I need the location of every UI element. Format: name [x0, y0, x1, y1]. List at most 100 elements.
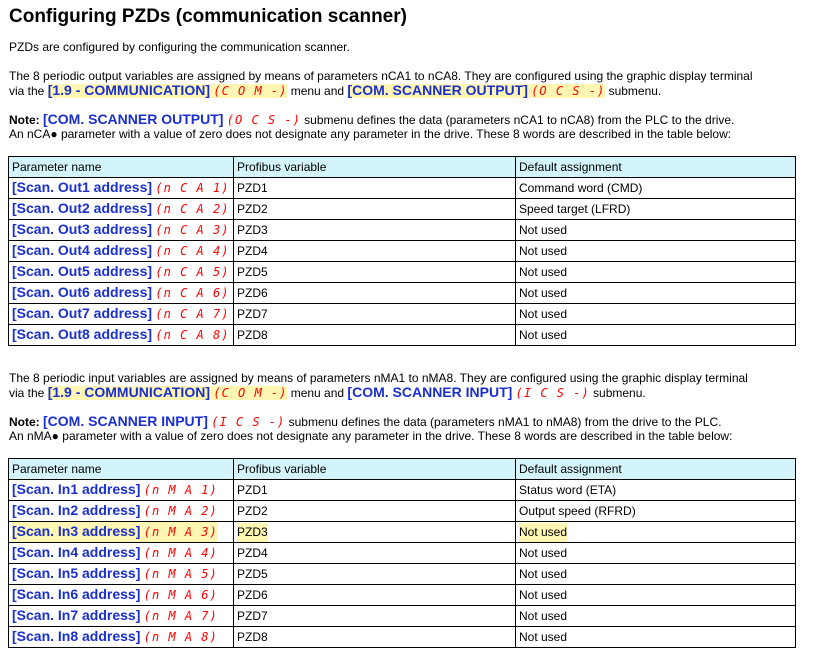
profibus-variable: PZD7	[237, 306, 268, 321]
parameter-name-cell: [Scan. Out2 address] (n C A 2)	[8, 198, 234, 220]
table-row: [Scan. Out2 address] (n C A 2) PZD2 Speed …	[8, 198, 796, 220]
header-profibus-variable: Profibus variable	[233, 458, 516, 480]
default-assignment: Not used	[519, 264, 568, 279]
default-assignment-cell: Speed target (LFRD)	[515, 198, 796, 220]
profibus-variable-cell: PZD5	[233, 563, 516, 585]
output-note-prefix: Note:	[9, 113, 43, 127]
parameter-code: (n M A 3)	[143, 525, 218, 539]
default-assignment-cell: Status word (ETA)	[515, 479, 796, 501]
parameter-name: [Scan. In7 address]	[12, 607, 141, 623]
parameter-name-wrap: [Scan. In6 address] (n M A 6)	[12, 586, 218, 602]
header-default-assignment: Default assignment	[515, 156, 796, 178]
default-assignment: Output speed (RFRD)	[519, 503, 636, 518]
default-assignment: Not used	[519, 629, 568, 644]
profibus-variable: PZD3	[237, 522, 268, 542]
table-row: [Scan. In4 address] (n M A 4) PZD4 Not use…	[8, 542, 796, 564]
default-assignment: Not used	[519, 243, 568, 258]
parameter-name-cell: [Scan. Out8 address] (n C A 8)	[8, 324, 234, 346]
default-assignment: Not used	[519, 522, 568, 542]
profibus-variable-cell: PZD8	[233, 324, 516, 346]
parameter-name-cell: [Scan. In8 address] (n M A 8)	[8, 626, 234, 648]
output-suffix-text: submenu.	[605, 84, 662, 98]
output-submenu-code: (O C S -)	[531, 84, 606, 98]
default-assignment-cell: Not used	[515, 261, 796, 283]
parameter-name-wrap: [Scan. In2 address] (n M A 2)	[12, 502, 218, 518]
parameter-name: [Scan. Out2 address]	[12, 200, 153, 216]
parameter-name: [Scan. In5 address]	[12, 565, 141, 581]
parameter-name-cell: [Scan. In7 address] (n M A 7)	[8, 605, 234, 627]
parameter-name-cell: [Scan. Out5 address] (n C A 5)	[8, 261, 234, 283]
output-note-line1: Note: [COM. SCANNER OUTPUT] (O C S -) su…	[9, 112, 734, 128]
parameter-name-cell: [Scan. In1 address] (n M A 1)	[8, 479, 234, 501]
parameter-name: [Scan. Out3 address]	[12, 221, 153, 237]
output-submenu-label: [COM. SCANNER OUTPUT]	[347, 82, 528, 98]
header-parameter-name: Parameter name	[8, 458, 234, 480]
input-note-text: submenu defines the data (parameters nMA…	[285, 415, 722, 429]
default-assignment: Not used	[519, 587, 568, 602]
parameter-name-wrap: [Scan. In3 address] (n M A 3)	[12, 522, 218, 542]
input-mid-text: menu and	[287, 386, 348, 400]
table-row: [Scan. In7 address] (n M A 7) PZD7 Not use…	[8, 605, 796, 627]
header-profibus-variable: Profibus variable	[233, 156, 516, 178]
parameter-code: (n C A 2)	[155, 202, 230, 216]
parameter-code: (n M A 2)	[143, 504, 218, 518]
parameter-name-cell: [Scan. Out3 address] (n C A 3)	[8, 219, 234, 241]
page-title: Configuring PZDs (communication scanner)	[9, 6, 407, 27]
input-submenu-code: (I C S -)	[515, 386, 590, 400]
profibus-variable: PZD1	[237, 482, 268, 497]
output-menu-label: [1.9 - COMMUNICATION]	[47, 82, 210, 98]
parameter-name: [Scan. In8 address]	[12, 628, 141, 644]
parameter-code: (n M A 4)	[143, 546, 218, 560]
parameter-name: [Scan. In6 address]	[12, 586, 141, 602]
parameter-name-wrap: [Scan. Out5 address] (n C A 5)	[12, 263, 230, 279]
profibus-variable-cell: PZD4	[233, 542, 516, 564]
output-note-label: [COM. SCANNER OUTPUT]	[43, 111, 224, 127]
output-note-text: submenu defines the data (parameters nCA…	[300, 113, 735, 127]
default-assignment: Not used	[519, 608, 568, 623]
input-note-line2: An nMA● parameter with a value of zero d…	[9, 429, 733, 443]
parameter-code: (n C A 6)	[155, 286, 230, 300]
parameter-name-wrap: [Scan. Out3 address] (n C A 3)	[12, 221, 229, 237]
intro-text: PZDs are configured by configuring the c…	[9, 40, 350, 54]
profibus-variable: PZD2	[237, 201, 268, 216]
profibus-variable: PZD4	[237, 243, 268, 258]
table-row: [Scan. Out1 address] (n C A 1) PZD1 Comman…	[8, 177, 796, 199]
parameter-name-wrap: [Scan. Out6 address] (n C A 6)	[12, 284, 230, 300]
table-header-row: Parameter name Profibus variable Default…	[8, 156, 796, 178]
output-menu-ref: [1.9 - COMMUNICATION] (C O M -)	[47, 82, 288, 98]
header-parameter-name: Parameter name	[8, 156, 234, 178]
table-row: [Scan. Out5 address] (n C A 5) PZD5 Not us…	[8, 261, 796, 283]
parameter-code: (n C A 5)	[155, 265, 230, 279]
profibus-variable-cell: PZD5	[233, 261, 516, 283]
parameter-code: (n M A 6)	[143, 588, 218, 602]
profibus-variable-cell: PZD1	[233, 177, 516, 199]
default-assignment-cell: Not used	[515, 282, 796, 304]
parameter-name: [Scan. Out1 address]	[12, 179, 153, 195]
default-assignment: Status word (ETA)	[519, 482, 617, 497]
parameter-name: [Scan. In4 address]	[12, 544, 141, 560]
table-row: [Scan. In1 address] (n M A 1) PZD1 Status …	[8, 479, 796, 501]
default-assignment: Speed target (LFRD)	[519, 201, 631, 216]
parameter-code: (n M A 5)	[143, 567, 218, 581]
parameter-name-wrap: [Scan. In4 address] (n M A 4)	[12, 544, 218, 560]
input-note-code: (I C S -)	[211, 415, 286, 429]
default-assignment-cell: Not used	[515, 605, 796, 627]
input-parameter-table: Parameter name Profibus variable Default…	[8, 458, 796, 648]
parameter-name-cell: [Scan. Out1 address] (n C A 1)	[8, 177, 234, 199]
input-menu-code: (C O M -)	[213, 386, 288, 400]
default-assignment-cell: Not used	[515, 521, 796, 543]
table-row: [Scan. Out3 address] (n C A 3) PZD3 Not us…	[8, 219, 796, 241]
profibus-variable-cell: PZD6	[233, 282, 516, 304]
parameter-name: [Scan. In3 address]	[12, 523, 141, 539]
parameter-name: [Scan. In1 address]	[12, 481, 141, 497]
profibus-variable: PZD2	[237, 503, 268, 518]
parameter-name-wrap: [Scan. In5 address] (n M A 5)	[12, 565, 218, 581]
parameter-name: [Scan. In2 address]	[12, 502, 141, 518]
default-assignment: Not used	[519, 306, 568, 321]
parameter-code: (n C A 1)	[155, 181, 230, 195]
input-submenu-label: [COM. SCANNER INPUT]	[347, 384, 513, 400]
profibus-variable: PZD7	[237, 608, 268, 623]
default-assignment-cell: Not used	[515, 542, 796, 564]
profibus-variable-cell: PZD3	[233, 219, 516, 241]
parameter-name: [Scan. Out5 address]	[12, 263, 153, 279]
